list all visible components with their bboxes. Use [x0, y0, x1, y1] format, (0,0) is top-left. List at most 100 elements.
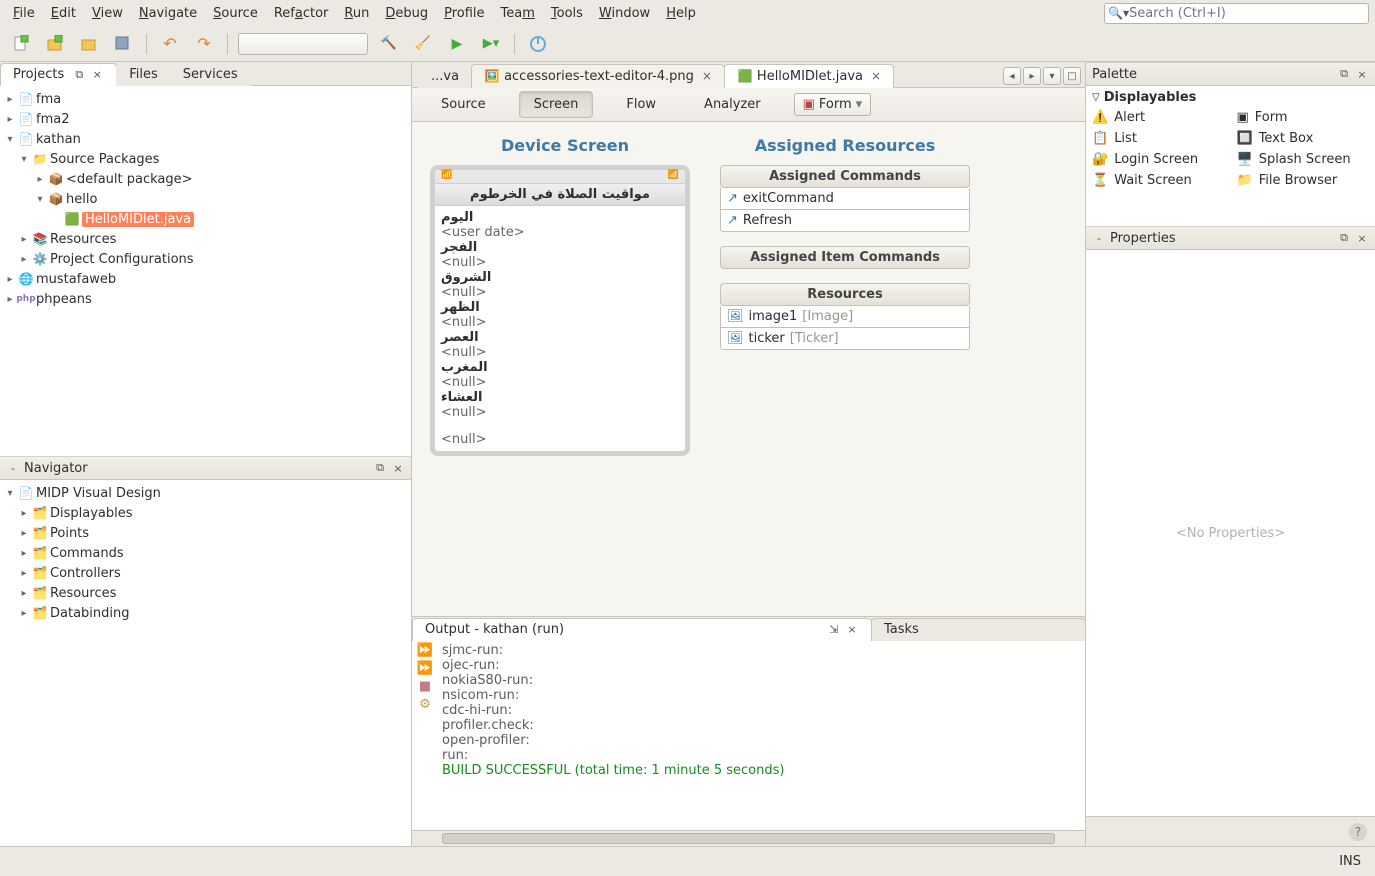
editor-tab-active[interactable]: 🟩HelloMIDlet.java× — [724, 64, 894, 88]
file-node-selected[interactable]: HelloMIDlet.java — [82, 212, 194, 227]
pin-icon[interactable]: ⧉ — [1337, 67, 1351, 81]
project-node[interactable]: phpeans — [36, 292, 92, 307]
menu-tools[interactable]: Tools — [544, 3, 590, 24]
redo-button[interactable]: ↷ — [191, 31, 217, 57]
pin-icon[interactable]: ⧉ — [72, 68, 86, 82]
close-tab-icon[interactable]: × — [702, 69, 712, 83]
close-icon[interactable]: × — [845, 623, 859, 637]
form-value[interactable]: <user date> — [441, 225, 679, 240]
palette-item-list[interactable]: 📋List — [1086, 128, 1231, 149]
help-icon[interactable]: ? — [1349, 823, 1367, 841]
run-config-combo[interactable] — [238, 33, 368, 55]
nav-item[interactable]: Databinding — [50, 606, 130, 621]
run-marker-icon[interactable]: ⏩ — [417, 661, 433, 676]
menu-edit[interactable]: Edit — [44, 3, 83, 24]
close-icon[interactable]: × — [1355, 231, 1369, 245]
nav-item[interactable]: Controllers — [50, 566, 121, 581]
build-button[interactable]: 🔨 — [376, 31, 402, 57]
minimize-icon[interactable]: - — [6, 461, 20, 475]
editor-tab[interactable]: 🖼️accessories-text-editor-4.png× — [471, 64, 725, 88]
src-node[interactable]: Source Packages — [50, 152, 159, 167]
run-button[interactable]: ▶ — [444, 31, 470, 57]
resources-node[interactable]: Resources — [50, 232, 116, 247]
stop-marker-icon[interactable]: ■ — [419, 679, 431, 694]
form-label[interactable]: المغرب — [441, 360, 679, 375]
form-value[interactable]: <null> — [441, 315, 679, 330]
save-all-button[interactable] — [110, 31, 136, 57]
menu-help[interactable]: Help — [659, 3, 703, 24]
menu-team[interactable]: Team — [494, 3, 542, 24]
menu-window[interactable]: Window — [592, 3, 657, 24]
pin-icon[interactable]: ⧉ — [373, 461, 387, 475]
nav-root[interactable]: MIDP Visual Design — [36, 486, 161, 501]
output-scrollbar[interactable] — [412, 830, 1085, 846]
form-label[interactable]: الظهر — [441, 300, 679, 315]
resource-item[interactable]: 🖼ticker [Ticker] — [720, 328, 970, 350]
form-label[interactable]: اليوم — [441, 210, 679, 225]
form-value[interactable]: <null> — [441, 375, 679, 390]
palette-item-splash[interactable]: 🖥️Splash Screen — [1231, 149, 1375, 170]
view-source[interactable]: Source — [426, 91, 501, 118]
menu-navigate[interactable]: Navigate — [132, 3, 204, 24]
package-node[interactable]: <default package> — [66, 172, 193, 187]
palette-category[interactable]: ▽Displayables — [1086, 88, 1375, 107]
view-flow[interactable]: Flow — [611, 91, 671, 118]
profile-button[interactable] — [525, 31, 551, 57]
palette-item-textbox[interactable]: 🔲Text Box — [1231, 128, 1375, 149]
menu-view[interactable]: View — [85, 3, 130, 24]
view-screen[interactable]: Screen — [519, 91, 594, 118]
nav-item[interactable]: Points — [50, 526, 89, 541]
close-icon[interactable]: × — [1355, 67, 1369, 81]
project-node[interactable]: kathan — [36, 132, 81, 147]
pin-icon[interactable]: ⇲ — [827, 623, 841, 637]
palette-item-alert[interactable]: ⚠️Alert — [1086, 107, 1231, 128]
new-file-button[interactable] — [8, 31, 34, 57]
maximize-editor[interactable]: □ — [1063, 67, 1081, 85]
pin-icon[interactable]: ⧉ — [1337, 231, 1351, 245]
project-node[interactable]: fma — [36, 92, 61, 107]
config-node[interactable]: Project Configurations — [50, 252, 194, 267]
form-value[interactable]: <null> — [441, 285, 679, 300]
minimize-icon[interactable]: - — [1092, 231, 1106, 245]
palette-item-login[interactable]: 🔐Login Screen — [1086, 149, 1231, 170]
close-icon[interactable]: × — [90, 68, 104, 82]
tab-scroll-right[interactable]: ▸ — [1023, 67, 1041, 85]
global-search[interactable]: 🔍▾ — [1104, 3, 1369, 24]
close-icon[interactable]: × — [391, 461, 405, 475]
editor-tab[interactable]: ...va — [418, 65, 472, 88]
form-label[interactable]: الشروق — [441, 270, 679, 285]
nav-item[interactable]: Displayables — [50, 506, 133, 521]
tab-files[interactable]: Files — [116, 63, 171, 86]
close-tab-icon[interactable]: × — [871, 69, 881, 83]
menu-refactor[interactable]: Refactor — [267, 3, 336, 24]
palette-item-wait[interactable]: ⏳Wait Screen — [1086, 170, 1231, 191]
project-node[interactable]: mustafaweb — [36, 272, 116, 287]
form-value[interactable]: <null> — [441, 255, 679, 270]
palette-item-filebrowser[interactable]: 📁File Browser — [1231, 170, 1375, 191]
view-analyzer[interactable]: Analyzer — [689, 91, 776, 118]
menu-source[interactable]: Source — [206, 3, 265, 24]
run-marker-icon[interactable]: ⏩ — [417, 643, 433, 658]
search-input[interactable] — [1129, 6, 1365, 21]
output-text[interactable]: sjmc-run: ojec-run: nokiaS80-run: nsicom… — [438, 640, 1085, 830]
command-item[interactable]: ↗exitCommand — [720, 188, 970, 210]
nav-item[interactable]: Resources — [50, 586, 116, 601]
undo-button[interactable]: ↶ — [157, 31, 183, 57]
tab-projects[interactable]: Projects⧉× — [0, 63, 117, 86]
device-preview[interactable]: 📶📶 مواقيت الصلاة في الخرطوم اليوم <user … — [430, 165, 690, 456]
palette-item-form[interactable]: ▣Form — [1231, 107, 1375, 128]
form-label[interactable]: العشاء — [441, 390, 679, 405]
form-title[interactable]: مواقيت الصلاة في الخرطوم — [435, 184, 685, 206]
form-label[interactable]: العصر — [441, 330, 679, 345]
debug-button[interactable]: ▶▾ — [478, 31, 504, 57]
package-node[interactable]: hello — [66, 192, 97, 207]
command-item[interactable]: ↗Refresh — [720, 210, 970, 232]
tasks-tab[interactable]: Tasks — [871, 618, 1086, 641]
form-selector[interactable]: ▣Form▾ — [794, 93, 872, 116]
new-project-button[interactable] — [42, 31, 68, 57]
tab-dropdown[interactable]: ▾ — [1043, 67, 1061, 85]
clean-build-button[interactable]: 🧹 — [410, 31, 436, 57]
nav-item[interactable]: Commands — [50, 546, 124, 561]
projects-tree[interactable]: ▸📄fma ▸📄fma2 ▾📄kathan ▾📁Source Packages … — [0, 86, 411, 456]
menu-run[interactable]: Run — [337, 3, 376, 24]
